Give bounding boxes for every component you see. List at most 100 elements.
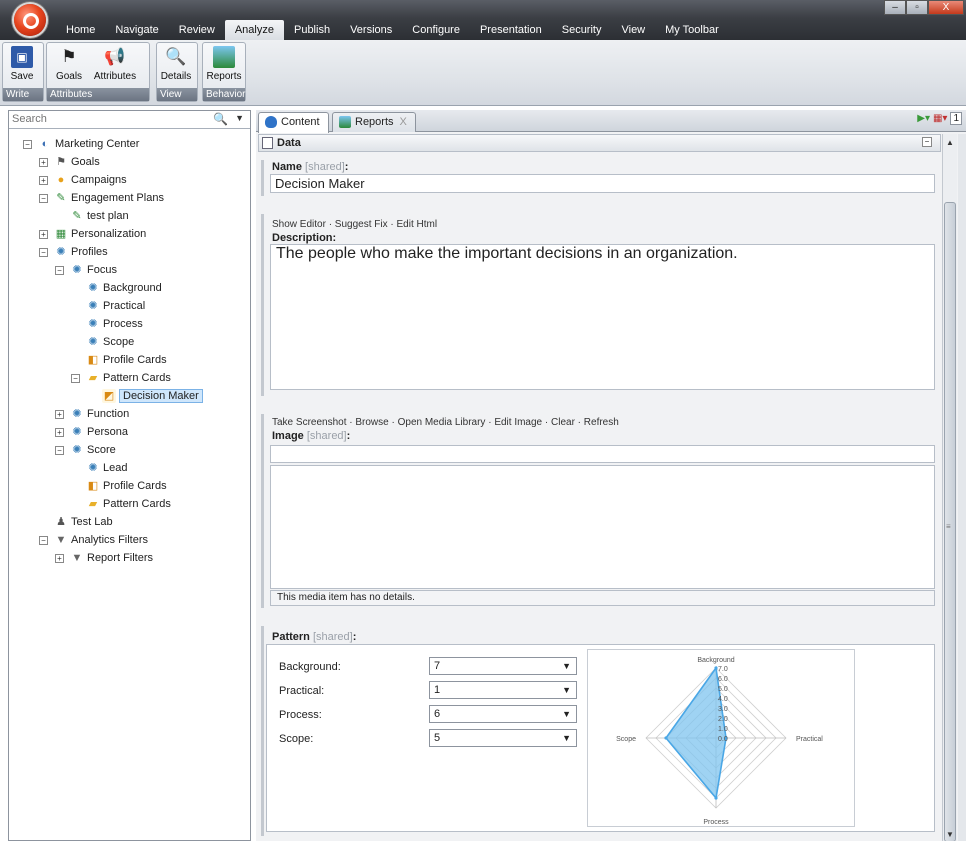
scope-select[interactable]: 5 ▼ bbox=[429, 729, 577, 747]
ribbon-group-write: ▣ Save Write bbox=[2, 42, 44, 102]
navigate-arrow-icon[interactable]: ▶▾ bbox=[917, 113, 930, 124]
save-button[interactable]: ▣ Save bbox=[3, 43, 41, 89]
globe-icon: ◐ bbox=[41, 138, 49, 150]
tree-node-label: test plan bbox=[87, 210, 129, 222]
tab-reports[interactable]: Reports X bbox=[332, 112, 416, 132]
pane-edge bbox=[958, 134, 966, 841]
tree-node-pattern-cards[interactable]: − ▰ Pattern Cards bbox=[71, 369, 171, 387]
vertical-scrollbar[interactable]: ▲ ≡ ▼ bbox=[942, 134, 957, 841]
tree-node-test-lab[interactable]: ♟ Test Lab bbox=[54, 513, 113, 531]
description-field[interactable]: The people who make the important decisi… bbox=[270, 244, 935, 390]
practical-select[interactable]: 1 ▼ bbox=[429, 681, 577, 699]
card-icon: ◩ bbox=[102, 389, 116, 403]
tree-node-label: Test Lab bbox=[71, 516, 113, 528]
shared-indicator: [shared] bbox=[305, 161, 345, 173]
attributes-button[interactable]: 📢 Attributes bbox=[87, 43, 143, 89]
tree-node-profiles[interactable]: − ✺ Profiles bbox=[39, 243, 108, 261]
collapse-icon[interactable]: − bbox=[39, 247, 48, 257]
expand-icon[interactable]: + bbox=[55, 553, 64, 563]
profile-icon: ✺ bbox=[72, 264, 82, 276]
image-preview[interactable] bbox=[270, 465, 935, 589]
tree-node-focus[interactable]: − ✺ Focus bbox=[55, 261, 117, 279]
description-label: Description: bbox=[272, 232, 337, 244]
expand-icon[interactable]: + bbox=[39, 175, 48, 185]
details-button[interactable]: 🔍 Details bbox=[157, 43, 195, 89]
tree-node-decision-maker[interactable]: ◩ Decision Maker bbox=[102, 387, 203, 405]
tree-node-background[interactable]: ✺ Background bbox=[86, 279, 161, 297]
chevron-down-icon[interactable]: ▼ bbox=[235, 113, 244, 123]
collapse-icon[interactable]: − bbox=[55, 445, 64, 455]
tree-node-lead[interactable]: ✺ Lead bbox=[86, 459, 127, 477]
tree-node-practical[interactable]: ✺ Practical bbox=[86, 297, 145, 315]
tree-node-profile-cards[interactable]: ◧ Profile Cards bbox=[86, 477, 167, 495]
menu-item-home[interactable]: Home bbox=[56, 20, 105, 40]
tree-node-label: Scope bbox=[103, 336, 135, 348]
tree-node-report-filters[interactable]: + ▼ Report Filters bbox=[55, 549, 153, 567]
expand-icon[interactable]: + bbox=[55, 409, 64, 419]
background-select[interactable]: 7 ▼ bbox=[429, 657, 577, 675]
tree-node-personalization[interactable]: + ▦ Personalization bbox=[39, 225, 146, 243]
tree-node-analytics-filters[interactable]: − ▼ Analytics Filters bbox=[39, 531, 148, 549]
menu-item-presentation[interactable]: Presentation bbox=[470, 20, 552, 40]
reports-button[interactable]: Reports bbox=[203, 43, 245, 89]
chevron-down-icon: ▼ bbox=[562, 685, 571, 695]
menu-item-analyze[interactable]: Analyze bbox=[224, 20, 284, 40]
tree-node-goals[interactable]: + ⚑ Goals bbox=[39, 153, 100, 171]
tree-node-engagement-plans[interactable]: − ✎ Engagement Plans bbox=[39, 189, 164, 207]
tree-node-function[interactable]: + ✺ Function bbox=[55, 405, 129, 423]
goals-button[interactable]: ⚑ Goals bbox=[51, 43, 87, 89]
process-select[interactable]: 6 ▼ bbox=[429, 705, 577, 723]
tree-node-label: Profile Cards bbox=[103, 354, 167, 366]
tab-content[interactable]: Content bbox=[258, 112, 329, 133]
menu-item-versions[interactable]: Versions bbox=[340, 20, 402, 40]
tree-node-label: Campaigns bbox=[71, 174, 127, 186]
image-actions[interactable]: Take Screenshot · Browse · Open Media Li… bbox=[272, 417, 619, 428]
section-header[interactable]: Data − bbox=[258, 134, 941, 152]
tree-node-score[interactable]: − ✺ Score bbox=[55, 441, 116, 459]
app-menu-orb-icon[interactable] bbox=[14, 4, 46, 36]
tree-node-test-plan[interactable]: ✎ test plan bbox=[70, 207, 129, 225]
filter-icon: ▼ bbox=[71, 552, 83, 564]
collapse-icon[interactable]: − bbox=[922, 137, 932, 147]
search-input[interactable] bbox=[9, 111, 199, 127]
close-button[interactable]: X bbox=[928, 0, 964, 15]
tree-node-profile-cards[interactable]: ◧ Profile Cards bbox=[86, 351, 167, 369]
menu-item-publish[interactable]: Publish bbox=[284, 20, 340, 40]
tree-node-marketing-center[interactable]: − ◐ Marketing Center bbox=[23, 135, 139, 153]
collapse-icon[interactable]: − bbox=[23, 139, 32, 149]
ribbon-group-caption: Write bbox=[3, 88, 43, 101]
description-actions[interactable]: Show Editor · Suggest Fix · Edit Html bbox=[272, 219, 437, 230]
collapse-icon[interactable]: − bbox=[39, 535, 48, 545]
collapse-icon[interactable]: − bbox=[71, 373, 80, 383]
close-tab-icon[interactable]: X bbox=[400, 116, 407, 128]
scroll-down-icon[interactable]: ▼ bbox=[946, 830, 954, 839]
ribbon-group-view: 🔍 Details View bbox=[156, 42, 198, 102]
tree-node-persona[interactable]: + ✺ Persona bbox=[55, 423, 128, 441]
radar-axis-label: Background bbox=[697, 657, 734, 664]
minimize-button[interactable]: ‒ bbox=[884, 0, 906, 15]
expand-icon[interactable]: + bbox=[55, 427, 64, 437]
tree-node-campaigns[interactable]: + ● Campaigns bbox=[39, 171, 127, 189]
menu-item-navigate[interactable]: Navigate bbox=[105, 20, 168, 40]
image-path-field[interactable] bbox=[270, 445, 935, 463]
menu-item-security[interactable]: Security bbox=[552, 20, 612, 40]
language-flag-icon[interactable]: ▦▾ bbox=[933, 113, 947, 124]
name-field[interactable]: Decision Maker bbox=[270, 174, 935, 193]
menu-item-view[interactable]: View bbox=[611, 20, 655, 40]
menu-item-my-toolbar[interactable]: My Toolbar bbox=[655, 20, 729, 40]
window-controls: ‒ ▫ X bbox=[884, 0, 964, 15]
search-icon[interactable]: 🔍 bbox=[213, 112, 228, 126]
collapse-icon[interactable]: − bbox=[39, 193, 48, 203]
version-number-select[interactable]: 1 bbox=[950, 112, 962, 125]
collapse-icon[interactable]: − bbox=[55, 265, 64, 275]
scroll-up-icon[interactable]: ▲ bbox=[946, 138, 954, 147]
menu-item-review[interactable]: Review bbox=[169, 20, 225, 40]
tree-node-scope[interactable]: ✺ Scope bbox=[86, 333, 134, 351]
maximize-button[interactable]: ▫ bbox=[906, 0, 928, 15]
expand-icon[interactable]: + bbox=[39, 157, 48, 167]
expand-icon[interactable]: + bbox=[39, 229, 48, 239]
chart-icon bbox=[213, 46, 235, 68]
menu-item-configure[interactable]: Configure bbox=[402, 20, 470, 40]
tree-node-pattern-cards[interactable]: ▰ Pattern Cards bbox=[86, 495, 171, 513]
tree-node-process[interactable]: ✺ Process bbox=[86, 315, 142, 333]
